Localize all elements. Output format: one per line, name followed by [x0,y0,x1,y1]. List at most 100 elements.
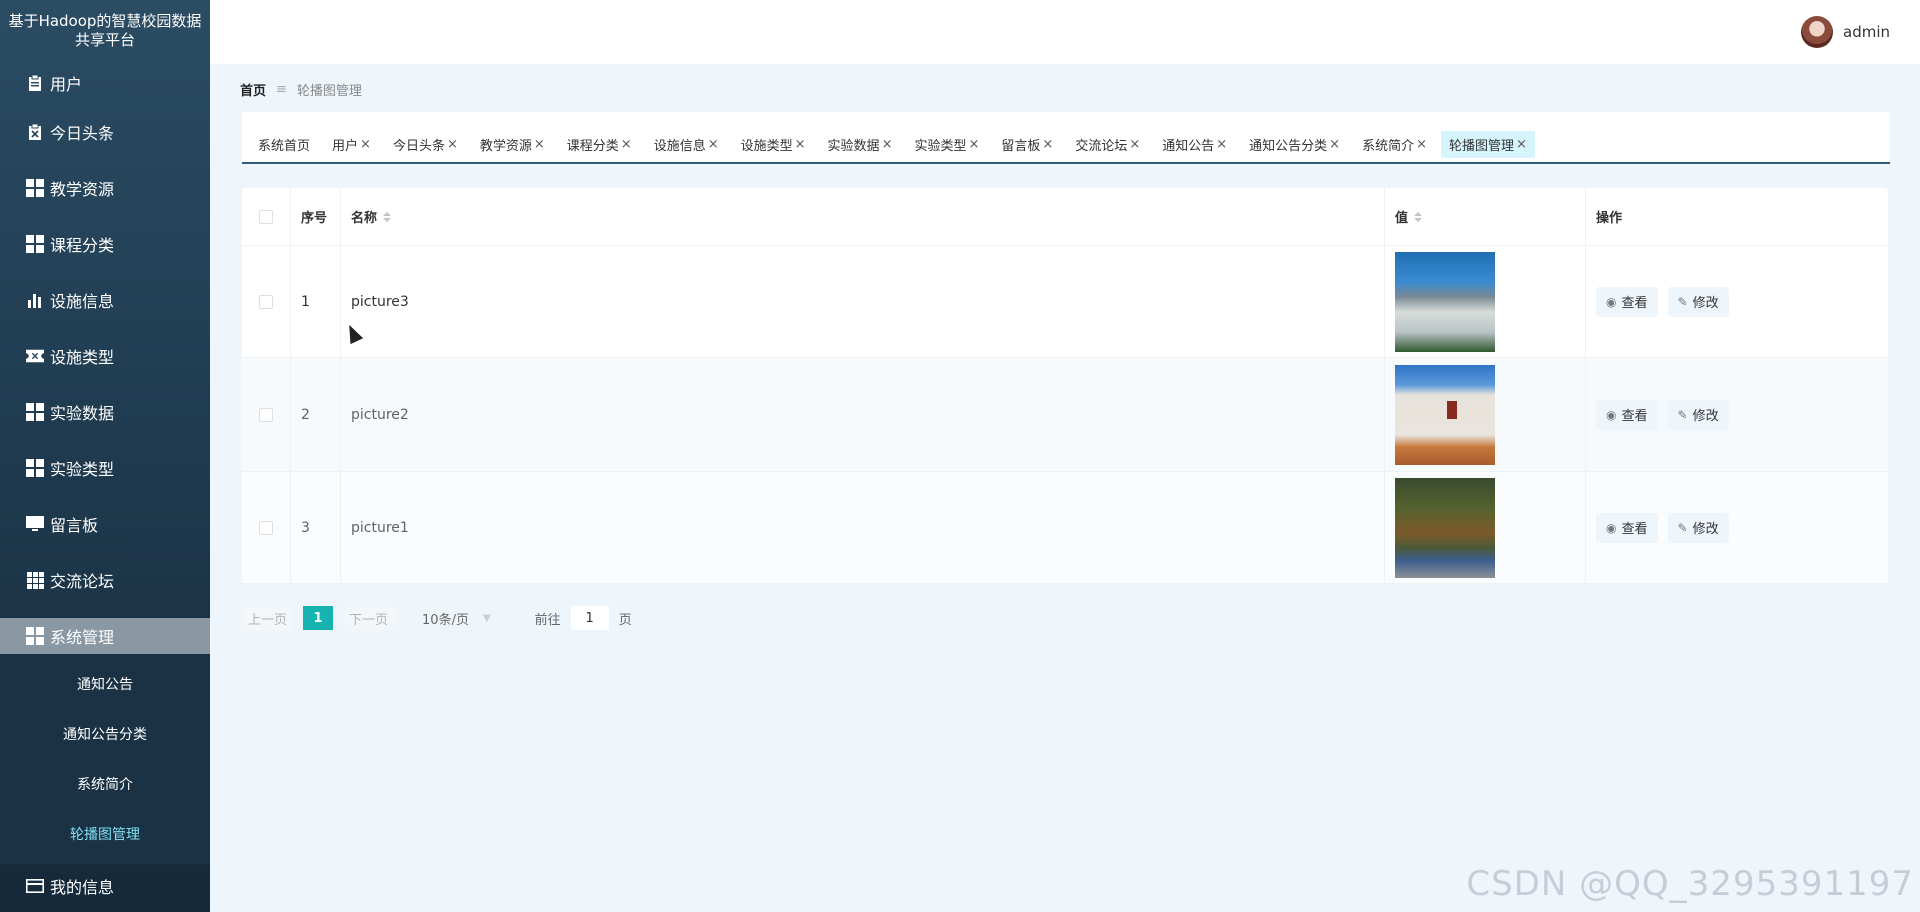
tab-system-home[interactable]: 系统首页 [250,131,318,158]
tab-label: 留言板 [1001,139,1041,154]
eye-icon: ◉ [1606,407,1617,422]
goto-page: 前往 1 页 [535,606,632,630]
page-size-select[interactable]: 10条/页 ▼ [422,609,491,628]
tab-headlines[interactable]: 今日头条 × [385,131,466,158]
sidebar-item-system-management[interactable]: 系统管理 [0,618,210,654]
close-icon[interactable]: × [882,137,893,152]
sidebar-item-my-info[interactable]: 我的信息 [0,864,210,908]
watermark: CSDN @QQ_3295391197 [1466,864,1914,904]
view-button[interactable]: ◉ 查看 [1596,399,1658,430]
tab-carousel[interactable]: 轮播图管理 × [1441,131,1535,158]
sidebar-item-teaching-resources[interactable]: 教学资源 [0,160,210,216]
close-icon[interactable]: × [1516,137,1527,152]
carousel-image[interactable] [1395,364,1495,465]
carousel-image[interactable] [1395,477,1495,578]
sidebar-item-users[interactable]: 用户 [0,62,210,104]
sort-icon[interactable] [1414,211,1423,222]
close-icon[interactable]: × [1129,137,1140,152]
submenu-item-notice[interactable]: 通知公告 [0,660,210,710]
tab-message-board[interactable]: 留言板 × [993,131,1061,158]
edit-button[interactable]: ✎ 修改 [1667,399,1729,430]
row-index: 3 [291,472,341,583]
edit-button[interactable]: ✎ 修改 [1667,512,1729,543]
tab-facility-info[interactable]: 设施信息 × [646,131,727,158]
edit-icon: ✎ [1677,294,1688,309]
close-icon[interactable]: × [1042,137,1053,152]
sidebar-item-label: 设施信息 [50,292,115,311]
tab-label: 今日头条 [392,139,445,154]
close-icon[interactable]: × [360,137,371,152]
carousel-image[interactable] [1395,251,1495,352]
edit-button[interactable]: ✎ 修改 [1667,286,1729,317]
tab-course-category[interactable]: 课程分类 × [559,131,640,158]
tab-experiment-type[interactable]: 实验类型 × [906,131,987,158]
card-icon [26,877,44,895]
grid-icon [26,179,44,197]
close-icon[interactable]: × [1416,137,1427,152]
chevron-down-icon: ▼ [482,612,491,624]
grid-icon [26,627,44,645]
edit-icon: ✎ [1677,520,1688,535]
sidebar-item-course-category[interactable]: 课程分类 [0,216,210,272]
tab-notice[interactable]: 通知公告 × [1154,131,1235,158]
tab-label: 课程分类 [566,139,619,154]
sidebar-item-forum[interactable]: 交流论坛 [0,552,210,608]
view-button[interactable]: ◉ 查看 [1596,286,1658,317]
tab-experiment-data[interactable]: 实验数据 × [820,131,901,158]
row-checkbox[interactable] [259,520,273,535]
col-index: 序号 [291,188,341,245]
top-header: admin [210,0,1920,64]
submenu-item-system-intro[interactable]: 系统简介 [0,760,210,810]
sidebar-item-message-board[interactable]: 留言板 [0,496,210,552]
tab-notice-category[interactable]: 通知公告分类 × [1241,131,1348,158]
row-index: 1 [291,246,341,357]
breadcrumb-home[interactable]: 首页 [240,80,266,99]
col-value[interactable]: 值 [1385,188,1586,245]
row-checkbox[interactable] [259,294,273,309]
row-name: picture2 [341,358,1385,471]
table-header: 序号 名称 值 操作 [242,188,1888,246]
sidebar-item-label: 我的信息 [50,878,115,897]
col-name[interactable]: 名称 [341,188,1385,245]
system-submenu: 通知公告 通知公告分类 系统简介 轮播图管理 [0,654,210,864]
tab-teaching-resources[interactable]: 教学资源 × [472,131,553,158]
next-page-button[interactable]: 下一页 [343,606,395,630]
close-icon[interactable]: × [708,137,719,152]
submenu-item-notice-category[interactable]: 通知公告分类 [0,710,210,760]
tab-system-intro[interactable]: 系统简介 × [1354,131,1435,158]
row-checkbox[interactable] [259,407,273,422]
sidebar-item-headlines[interactable]: 今日头条 [0,104,210,160]
prev-page-button[interactable]: 上一页 [242,606,294,630]
clipboard-x-icon [26,123,44,141]
tab-facility-type[interactable]: 设施类型 × [733,131,814,158]
close-icon[interactable]: × [968,137,979,152]
close-icon[interactable]: × [795,137,806,152]
grid9-icon [26,571,44,589]
sidebar-item-facility-info[interactable]: 设施信息 [0,272,210,328]
sidebar-item-experiment-data[interactable]: 实验数据 [0,384,210,440]
sidebar-item-label: 用户 [50,75,83,94]
close-icon[interactable]: × [1329,137,1340,152]
select-all-checkbox[interactable] [259,209,273,224]
tab-label: 系统简介 [1362,139,1415,154]
sidebar-item-label: 留言板 [50,516,99,535]
sort-icon[interactable] [383,211,392,222]
close-icon[interactable]: × [1216,137,1227,152]
submenu-item-carousel[interactable]: 轮播图管理 [0,810,210,860]
goto-page-input[interactable]: 1 [570,606,609,630]
close-icon[interactable]: × [447,137,458,152]
sidebar-item-facility-type[interactable]: 设施类型 [0,328,210,384]
tab-users[interactable]: 用户 × [324,131,379,158]
view-button[interactable]: ◉ 查看 [1596,512,1658,543]
grid-icon [26,403,44,421]
user-menu[interactable]: admin [1801,16,1890,48]
tab-forum[interactable]: 交流论坛 × [1067,131,1148,158]
sidebar-item-experiment-type[interactable]: 实验类型 [0,440,210,496]
current-page[interactable]: 1 [303,606,334,630]
close-icon[interactable]: × [621,137,632,152]
sidebar-item-label: 课程分类 [50,236,115,255]
eye-icon: ◉ [1606,294,1617,309]
sidebar-item-label: 实验类型 [50,460,115,479]
breadcrumb-current: 轮播图管理 [296,84,362,99]
close-icon[interactable]: × [534,137,545,152]
